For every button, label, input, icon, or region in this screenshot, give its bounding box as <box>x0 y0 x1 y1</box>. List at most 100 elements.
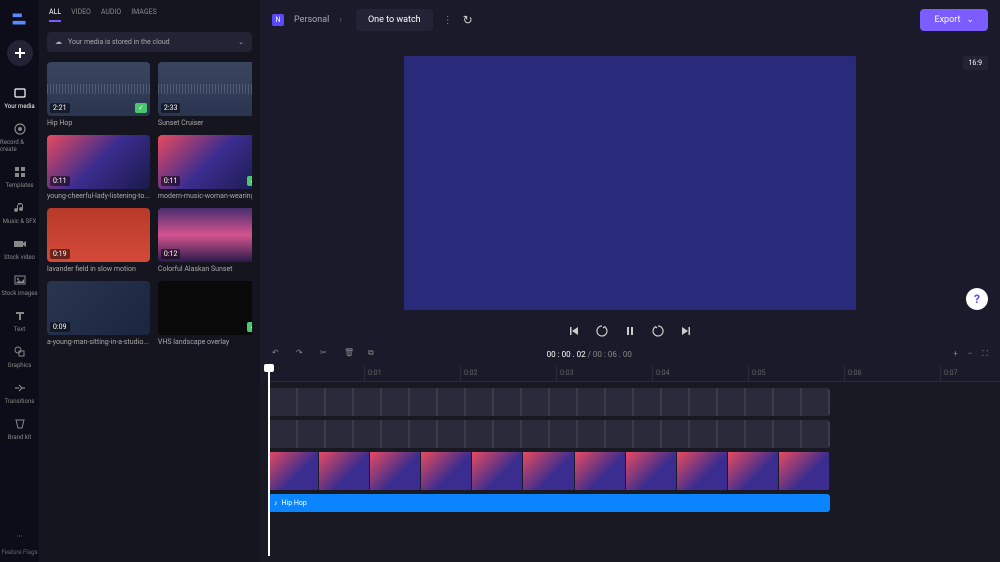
video-clip[interactable] <box>268 452 830 490</box>
media-thumbnail[interactable]: 0:11✓ <box>158 135 252 189</box>
workspace-badge[interactable]: N <box>272 14 284 26</box>
nav-your-media[interactable]: Your media <box>0 80 39 114</box>
nav-label: Stock images <box>1 290 37 297</box>
video-frame <box>575 452 626 490</box>
duplicate-button[interactable]: ⧉ <box>368 348 380 360</box>
track-audio[interactable]: ♪Hip Hop <box>268 494 992 512</box>
nav-stock-images[interactable]: Stock images <box>0 267 39 301</box>
tab-images[interactable]: IMAGES <box>131 8 157 22</box>
zoom-out-button[interactable]: − <box>968 349 973 359</box>
zoom-in-button[interactable]: + <box>953 349 958 359</box>
media-item[interactable]: 0:12 Colorful Alaskan Sunset <box>158 208 252 273</box>
redo-button[interactable]: ↷ <box>296 348 308 360</box>
fit-button[interactable]: ⛶ <box>982 349 988 359</box>
video-frame <box>523 452 574 490</box>
media-item[interactable]: 0:11✓modern-music-woman-wearing-... <box>158 135 252 200</box>
clip[interactable] <box>268 388 830 416</box>
nav-music[interactable]: Music & SFX <box>0 195 39 229</box>
media-thumbnail[interactable]: 0:09 <box>47 281 150 335</box>
media-label: Sunset Cruiser <box>158 119 252 127</box>
media-item[interactable]: 2:33 Sunset Cruiser <box>158 62 252 127</box>
track-video[interactable] <box>268 452 992 490</box>
cloud-text: Your media is stored in the cloud <box>68 38 170 46</box>
media-thumbnail[interactable]: 2:33 <box>158 62 252 116</box>
export-button[interactable]: Export ⌄ <box>920 9 988 31</box>
skip-end-button[interactable] <box>679 324 693 338</box>
app-logo[interactable] <box>9 8 31 30</box>
project-name[interactable]: One to watch <box>356 9 433 31</box>
nav-label: Transitions <box>5 398 35 405</box>
nav-text[interactable]: Text <box>0 303 39 337</box>
media-thumbnail[interactable]: 0:12 <box>158 208 252 262</box>
tab-audio[interactable]: AUDIO <box>101 8 121 22</box>
media-item[interactable]: 0:19lavander field in slow motion <box>47 208 150 273</box>
clip[interactable] <box>268 420 830 448</box>
media-thumbnail[interactable]: 0:19 <box>47 208 150 262</box>
nav-templates[interactable]: Templates <box>0 159 39 193</box>
undo-button[interactable]: ↶ <box>272 348 284 360</box>
track-empty[interactable] <box>268 516 992 544</box>
nav-record[interactable]: Record & create <box>0 116 39 157</box>
video-frame <box>268 452 319 490</box>
nav-label: Your media <box>4 103 34 110</box>
video-frame <box>421 452 472 490</box>
media-item[interactable]: 0:09a-young-man-sitting-in-a-studio... <box>47 281 150 346</box>
playhead[interactable] <box>268 366 270 556</box>
media-icon <box>13 86 27 100</box>
music-icon <box>13 201 27 215</box>
media-panel: ALL VIDEO AUDIO IMAGES ☁ Your media is s… <box>39 0 260 562</box>
track-row[interactable] <box>268 420 992 448</box>
media-label: young-cheerful-lady-listening-to... <box>47 192 150 200</box>
media-label: Colorful Alaskan Sunset <box>158 265 252 273</box>
nav-label: Graphics <box>8 362 32 369</box>
media-thumbnail[interactable]: ✓ <box>158 281 252 335</box>
forward-button[interactable] <box>651 324 665 338</box>
ruler-tick: 0:05 <box>748 366 766 381</box>
cloud-info-bar[interactable]: ☁ Your media is stored in the cloud ⌄ <box>47 32 252 52</box>
help-button[interactable]: ? <box>966 288 988 310</box>
transitions-icon <box>13 381 27 395</box>
media-item[interactable]: 2:21✓Hip Hop <box>47 62 150 127</box>
track-row[interactable] <box>268 388 992 416</box>
tab-video[interactable]: VIDEO <box>71 8 91 22</box>
rewind-button[interactable] <box>595 324 609 338</box>
add-button[interactable] <box>7 40 33 66</box>
regenerate-icon[interactable]: ↻ <box>463 13 473 27</box>
media-item[interactable]: ✓VHS landscape overlay <box>158 281 252 346</box>
cloud-icon: ☁ <box>55 38 62 46</box>
check-icon: ✓ <box>247 176 252 186</box>
nav-graphics[interactable]: Graphics <box>0 339 39 373</box>
nav-stock-video[interactable]: Stock video <box>0 231 39 265</box>
nav-label: Brand kit <box>8 434 32 441</box>
nav-transitions[interactable]: Transitions <box>0 375 39 409</box>
aspect-ratio-badge[interactable]: 16:9 <box>963 56 989 70</box>
media-thumbnail[interactable]: 2:21✓ <box>47 62 150 116</box>
nav-brand[interactable]: Brand kit <box>0 411 39 445</box>
player-controls <box>260 318 1000 342</box>
chevron-right-icon: › <box>339 15 342 25</box>
skip-start-button[interactable] <box>567 324 581 338</box>
timeline-ruler[interactable]: 0:010:020:030:040:050:060:07 <box>268 366 1000 382</box>
media-thumbnail[interactable]: 0:11 <box>47 135 150 189</box>
tab-all[interactable]: ALL <box>49 8 61 22</box>
current-time: 00 : 00 . 02 <box>547 350 586 359</box>
pause-button[interactable] <box>623 324 637 338</box>
video-frame <box>319 452 370 490</box>
media-item[interactable]: 0:11 young-cheerful-lady-listening-to... <box>47 135 150 200</box>
nav-label: Music & SFX <box>3 218 37 225</box>
workspace-name[interactable]: Personal <box>294 15 329 25</box>
dots-icon: ⋯ <box>13 529 27 543</box>
ruler-tick: 0:04 <box>652 366 670 381</box>
audio-clip[interactable]: ♪Hip Hop <box>268 494 830 512</box>
image-icon <box>13 273 27 287</box>
graphics-icon <box>13 345 27 359</box>
delete-button[interactable]: 🗑 <box>344 348 356 360</box>
feature-flags-link[interactable]: Feature Flags <box>1 549 37 562</box>
dots-icon[interactable]: ⋮ <box>443 15 453 26</box>
total-time: 00 : 06 . 00 <box>593 350 632 359</box>
video-frame <box>677 452 728 490</box>
video-preview[interactable] <box>404 56 856 310</box>
split-button[interactable]: ✂ <box>320 348 332 360</box>
more-menu[interactable]: ⋯ <box>0 523 39 547</box>
brand-icon <box>13 417 27 431</box>
